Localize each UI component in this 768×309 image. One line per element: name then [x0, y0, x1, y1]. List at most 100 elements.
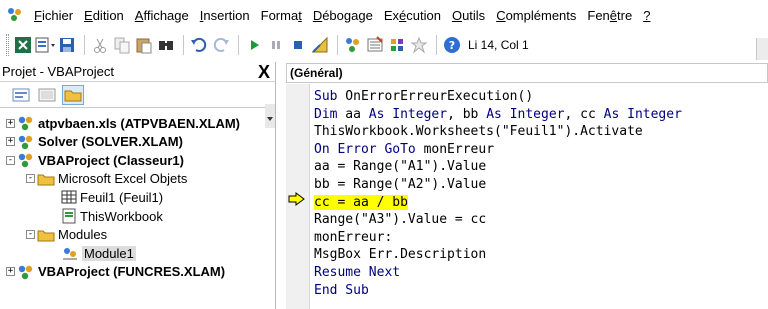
reset-icon[interactable]: [288, 35, 308, 55]
run-icon[interactable]: [244, 35, 264, 55]
tree-item-label: Feuil1 (Feuil1): [80, 189, 164, 205]
code-line[interactable]: Dim aa As Integer, bb As Integer, cc As …: [314, 106, 682, 124]
menu-item-6[interactable]: Exécution: [384, 8, 441, 23]
project-explorer-icon[interactable]: [343, 35, 363, 55]
code-text: monErreur:: [314, 229, 393, 245]
project-icon: [17, 115, 35, 131]
paste-icon[interactable]: [134, 35, 154, 55]
insert-module-icon[interactable]: [35, 35, 55, 55]
tree-item[interactable]: + atpvbaen.xls (ATPVBAEN.XLAM): [6, 114, 240, 132]
code-text: Range("A3").Value = cc: [314, 212, 487, 228]
code-keyword: On Error GoTo: [314, 141, 416, 157]
code-line[interactable]: ThisWorkbook.Worksheets("Feuil1").Activa…: [314, 123, 682, 141]
code-keyword: As: [603, 106, 620, 122]
folder-icon: [37, 228, 55, 242]
tree-item-label: atpvbaen.xls (ATPVBAEN.XLAM): [38, 115, 241, 131]
tree-item[interactable]: - Modules: [26, 226, 107, 244]
toolbar-grip[interactable]: [6, 34, 9, 56]
code-line[interactable]: aa = Range("A1").Value: [314, 158, 682, 176]
module-icon: [61, 245, 79, 261]
project-explorer-title-bar: Projet - VBAProject X: [0, 62, 275, 82]
code-text: bb = Range("A2").Value: [314, 176, 487, 192]
tree-expander-icon[interactable]: +: [6, 118, 15, 128]
find-icon[interactable]: [156, 35, 176, 55]
excel-icon[interactable]: [13, 35, 33, 55]
view-object-icon[interactable]: [36, 85, 58, 105]
project-icon: [17, 152, 35, 168]
object-selector-value: (Général): [290, 66, 343, 80]
menu-item-0[interactable]: Fichier: [34, 8, 73, 23]
code-keyword: Resume Next: [314, 264, 401, 280]
tree-expander-icon[interactable]: +: [6, 267, 15, 277]
code-line[interactable]: Range("A3").Value = cc: [314, 211, 682, 229]
svg-text:?: ?: [449, 39, 455, 52]
code-line[interactable]: On Error GoTo monErreur: [314, 141, 682, 159]
project-icon: [17, 264, 35, 280]
code-line[interactable]: Resume Next: [314, 264, 682, 282]
design-mode-icon[interactable]: [310, 35, 330, 55]
code-text: cc = aa / bb: [314, 194, 408, 210]
workbook-icon: [61, 208, 77, 224]
properties-icon[interactable]: [365, 35, 385, 55]
code-line[interactable]: bb = Range("A2").Value: [314, 176, 682, 194]
redo-icon[interactable]: [211, 35, 231, 55]
code-keyword: End Sub: [314, 282, 369, 298]
tree-item[interactable]: + VBAProject (FUNCRES.XLAM): [6, 263, 225, 281]
help-icon[interactable]: ?: [442, 35, 462, 55]
folder-icon: [37, 172, 55, 186]
toggle-folders-icon[interactable]: [62, 84, 84, 105]
tree-item-label: Modules: [58, 227, 108, 243]
tree-expander-icon[interactable]: +: [6, 137, 15, 147]
tree-item[interactable]: + Solver (SOLVER.XLAM): [6, 133, 183, 151]
code-line[interactable]: Sub OnErrorErreurExecution(): [314, 88, 682, 106]
menu-item-4[interactable]: Format: [261, 8, 302, 23]
project-explorer-title: Projet - VBAProject: [2, 64, 114, 79]
toolbar-overflow-button[interactable]: [756, 38, 768, 60]
tree-expander-icon[interactable]: -: [6, 155, 15, 165]
code-line[interactable]: monErreur:: [314, 229, 682, 247]
tree-item[interactable]: - Microsoft Excel Objets: [26, 170, 187, 188]
code-keyword: As: [368, 106, 385, 122]
tree-expander-icon[interactable]: -: [26, 230, 35, 240]
code-text: , cc: [564, 106, 604, 122]
code-line[interactable]: cc = aa / bb: [314, 194, 682, 212]
menu-items: Fichier Edition Affichage Insertion Format Dé…: [34, 8, 661, 23]
cut-icon[interactable]: [90, 35, 110, 55]
code-keyword: Sub: [314, 89, 338, 104]
tree-item[interactable]: ThisWorkbook: [50, 207, 163, 225]
menu-item-1[interactable]: Edition: [84, 8, 124, 23]
undo-icon[interactable]: [189, 35, 209, 55]
tree-item-label: Microsoft Excel Objets: [58, 171, 188, 187]
view-code-icon[interactable]: [10, 85, 32, 105]
menu-item-8[interactable]: Compléments: [496, 8, 576, 23]
toolbox-icon[interactable]: [409, 35, 429, 55]
code-keyword: As: [486, 106, 502, 122]
menu-item-3[interactable]: Insertion: [200, 8, 250, 23]
code-keyword: Dim: [314, 106, 338, 122]
tree-item[interactable]: - VBAProject (Classeur1): [6, 151, 184, 169]
code-text: aa: [337, 106, 369, 122]
copy-icon[interactable]: [112, 35, 132, 55]
close-button[interactable]: X: [255, 62, 273, 82]
toolbar-separator: [337, 35, 338, 55]
code-text: aa = Range("A1").Value: [314, 159, 487, 175]
object-browser-icon[interactable]: [387, 35, 407, 55]
tree-expander-icon[interactable]: -: [26, 174, 35, 184]
menu-item-2[interactable]: Affichage: [135, 8, 189, 23]
menu-item-7[interactable]: Outils: [452, 8, 485, 23]
menu-bar: Fichier Edition Affichage Insertion Format Dé…: [0, 0, 768, 30]
tree-item[interactable]: Feuil1 (Feuil1): [50, 188, 163, 206]
menu-item-5[interactable]: Débogage: [313, 8, 373, 23]
break-icon[interactable]: [266, 35, 286, 55]
tree-item[interactable]: Module1: [50, 244, 136, 262]
object-selector[interactable]: (Général): [286, 63, 768, 83]
menu-item-10[interactable]: ?: [643, 8, 650, 23]
code-editor[interactable]: Sub OnErrorErreurExecution() Dim aa As In…: [314, 88, 682, 299]
project-icon: [17, 134, 35, 150]
tree-item-label: Solver (SOLVER.XLAM): [38, 134, 183, 150]
code-line[interactable]: End Sub: [314, 282, 682, 300]
code-line[interactable]: MsgBox Err.Description: [314, 246, 682, 264]
save-icon[interactable]: [57, 35, 77, 55]
vba-app-icon[interactable]: [6, 6, 24, 24]
menu-item-9[interactable]: Fenêtre: [587, 8, 632, 23]
